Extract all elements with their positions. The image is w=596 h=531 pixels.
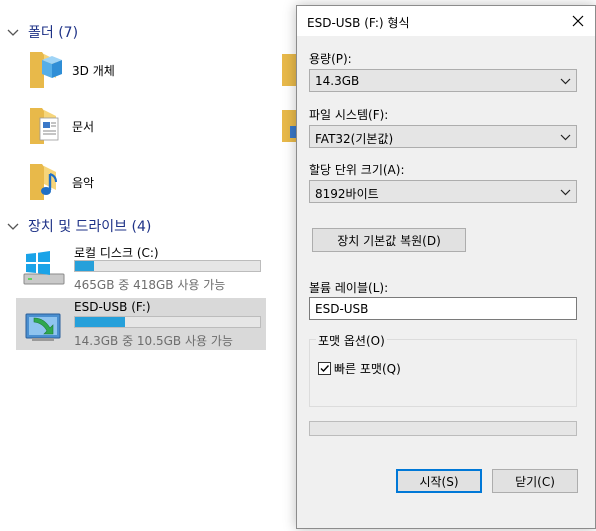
drive-free-space: 14.3GB 중 10.5GB 사용 가능 (74, 334, 233, 348)
dialog-titlebar[interactable]: ESD-USB (F:) 형식 (297, 6, 595, 36)
drive-usage-fill (75, 261, 94, 271)
filesystem-label: 파일 시스템(F): (309, 108, 389, 122)
filesystem-select[interactable]: FAT32(기본값) (309, 125, 577, 148)
drive-item-esd-usb[interactable]: ESD-USB (F:) 14.3GB 중 10.5GB 사용 가능 (16, 298, 266, 350)
close-button[interactable]: 닫기(C) (492, 469, 578, 493)
folder-label: 문서 (72, 119, 95, 134)
format-options-group: 포맷 옵션(O) 빠른 포맷(Q) (309, 332, 577, 407)
checkmark-icon (320, 365, 330, 373)
start-button[interactable]: 시작(S) (396, 469, 482, 493)
drive-item-local-c[interactable]: 로컬 디스크 (C:) 465GB 중 418GB 사용 가능 (16, 242, 266, 294)
chevron-down-icon (560, 134, 571, 141)
filesystem-value: FAT32(기본값) (315, 132, 394, 146)
chevron-down-icon (560, 78, 571, 85)
usb-drive-icon (25, 313, 61, 341)
volume-label-label: 볼륨 레이블(L): (309, 281, 389, 295)
drives-group-header[interactable]: 장치 및 드라이브 (4) (6, 216, 151, 236)
format-dialog: ESD-USB (F:) 형식 용량(P): 14.3GB 파일 시스템(F):… (296, 5, 596, 529)
folders-header-label: 폴더 (7) (28, 25, 79, 41)
music-folder-icon (30, 164, 57, 200)
3d-objects-folder-icon (30, 52, 62, 88)
drive-usage-bar (74, 316, 261, 328)
quick-format-label: 빠른 포맷(Q) (334, 362, 401, 376)
format-progress-bar (309, 421, 577, 436)
drive-name: 로컬 디스크 (C:) (74, 246, 159, 260)
folder-label: 3D 개체 (72, 63, 115, 78)
drive-usage-fill (75, 317, 125, 327)
documents-folder-icon (30, 108, 59, 144)
format-options-label: 포맷 옵션(O) (316, 332, 387, 349)
drives-header-label: 장치 및 드라이브 (4) (28, 219, 152, 235)
drive-usage-bar (74, 260, 261, 272)
quick-format-checkbox-row[interactable]: 빠른 포맷(Q) (318, 360, 401, 377)
chevron-down-icon (7, 29, 19, 36)
volume-label-input[interactable] (309, 297, 577, 320)
dialog-title: ESD-USB (F:) 형식 (307, 16, 410, 30)
chevron-down-icon (7, 223, 19, 230)
folder-label: 음악 (72, 175, 95, 190)
allocation-unit-label: 할당 단위 크기(A): (309, 163, 405, 177)
drive-name: ESD-USB (F:) (74, 300, 151, 314)
capacity-value: 14.3GB (315, 74, 360, 88)
allocation-unit-value: 8192바이트 (315, 187, 379, 201)
capacity-select[interactable]: 14.3GB (309, 69, 577, 92)
folders-group-header[interactable]: 폴더 (7) (6, 22, 78, 42)
folder-item-documents[interactable]: 문서 (26, 104, 94, 148)
close-icon[interactable] (569, 12, 587, 30)
chevron-down-icon (560, 189, 571, 196)
allocation-unit-select[interactable]: 8192바이트 (309, 180, 577, 203)
folder-item-3d-objects[interactable]: 3D 개체 (26, 48, 115, 92)
folder-item-music[interactable]: 음악 (26, 160, 94, 204)
restore-defaults-button[interactable]: 장치 기본값 복원(D) (312, 228, 466, 252)
capacity-label: 용량(P): (309, 52, 352, 66)
quick-format-checkbox[interactable] (318, 362, 331, 375)
drive-free-space: 465GB 중 418GB 사용 가능 (74, 278, 226, 292)
windows-drive-icon (23, 251, 65, 285)
